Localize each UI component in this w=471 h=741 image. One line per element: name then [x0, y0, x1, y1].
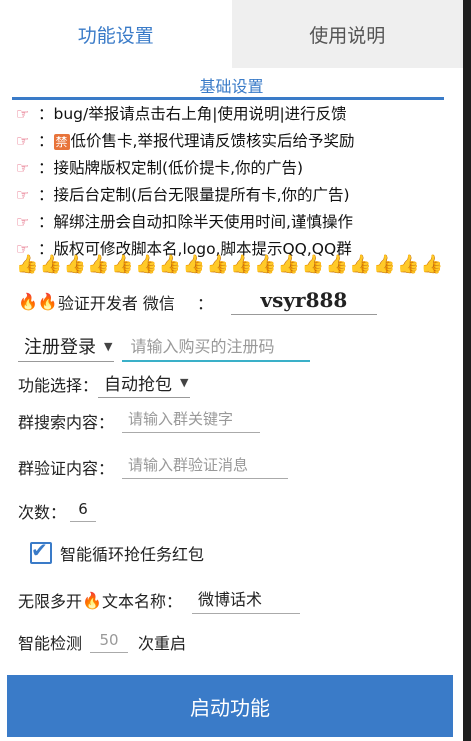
register-code-input[interactable]: 请输入购买的注册码 — [122, 333, 311, 362]
group-verify-input[interactable]: 请输入群验证消息 — [122, 454, 289, 479]
pointing-hand-icon: ☞ — [16, 186, 30, 204]
note-item: ☞ ： bug/举报请点击右上角|使用说明|进行反馈 — [16, 101, 456, 128]
function-select-value: 自动抢包 — [104, 375, 173, 395]
note-text: 接后台定制(后台无限量提所有卡,你的广告) — [53, 186, 350, 204]
count-input[interactable]: 6 — [70, 500, 97, 522]
smart-loop-row: ✔ 智能循环抢任务红包 — [30, 538, 205, 565]
start-function-button[interactable]: 启动功能 — [7, 675, 453, 737]
note-colon: ： — [38, 186, 54, 204]
notes-list: ☞ ： bug/举报请点击右上角|使用说明|进行反馈 ☞ ： 禁 低价售卡,举报… — [16, 101, 456, 263]
fire-icon: 🔥 — [82, 590, 102, 610]
note-text: 解绑注册会自动扣除半天使用时间,谨慎操作 — [53, 213, 353, 231]
tab-instructions[interactable]: 使用说明 — [231, 0, 463, 68]
function-select-dropdown[interactable]: 自动抢包 ▼ — [98, 370, 191, 398]
note-colon: ： — [38, 132, 54, 150]
group-verify-label: 群验证内容： — [18, 458, 115, 478]
forbidden-badge: 禁 — [53, 133, 70, 150]
pointing-hand-icon: ☞ — [16, 105, 30, 123]
register-row: 注册登录 ▼ 请输入购买的注册码 — [18, 333, 311, 362]
smart-detect-suffix: 次重启 — [138, 634, 187, 653]
dropdown-caret-icon: ▼ — [104, 339, 113, 353]
smart-detect-row: 智能检测 50 次重启 — [18, 630, 186, 654]
checkmark-icon: ✔ — [31, 538, 48, 562]
pointing-hand-icon: ☞ — [16, 132, 30, 150]
note-item: ☞ ： 接后台定制(后台无限量提所有卡,你的广告) — [16, 182, 456, 209]
tab-function-settings[interactable]: 功能设置 — [0, 0, 232, 68]
thumbs-up-row: 👍👍👍👍👍👍👍👍👍👍👍👍👍👍👍👍👍👍 — [16, 254, 445, 275]
function-select-row: 功能选择： 自动抢包 ▼ — [18, 370, 191, 398]
smart-detect-input[interactable]: 50 — [90, 631, 129, 653]
group-search-input[interactable]: 请输入群关键字 — [122, 408, 261, 433]
multi-open-row: 无限多开 🔥 文本名称： 微博话术 — [18, 586, 300, 614]
note-colon: ： — [38, 213, 54, 231]
note-colon: ： — [38, 159, 54, 177]
note-item: ☞ ： 接贴牌版权定制(低价提卡,你的广告) — [16, 155, 456, 182]
count-label: 次数： — [18, 503, 67, 522]
tab-bar: 功能设置 使用说明 — [0, 0, 463, 68]
smart-loop-checkbox[interactable]: ✔ — [30, 538, 52, 564]
register-mode-select[interactable]: 注册登录 ▼ — [18, 333, 115, 362]
text-name-label: 文本名称： — [101, 592, 182, 611]
smart-loop-label: 智能循环抢任务红包 — [60, 545, 205, 564]
wechat-id-value: vsyr888 — [230, 288, 377, 315]
group-search-label: 群搜索内容： — [18, 412, 115, 432]
note-text: 接贴牌版权定制(低价提卡,你的广告) — [53, 159, 304, 177]
note-colon: ： — [38, 105, 54, 123]
count-row: 次数： 6 — [18, 499, 97, 523]
verify-row: 🔥 🔥 验证开发者 微信 ： vsyr888 — [18, 288, 377, 315]
note-item: ☞ ： 禁 低价售卡,举报代理请反馈核实后给予奖励 — [16, 128, 456, 155]
note-item: ☞ ： 解绑注册会自动扣除半天使用时间,谨慎操作 — [16, 209, 456, 236]
verify-label: 验证开发者 微信 — [57, 293, 175, 313]
section-divider — [12, 97, 444, 100]
smart-detect-label: 智能检测 — [18, 634, 83, 653]
dropdown-caret-icon: ▼ — [180, 376, 189, 389]
group-search-row: 群搜索内容： 请输入群关键字 — [18, 408, 261, 433]
pointing-hand-icon: ☞ — [16, 213, 30, 231]
note-text: bug/举报请点击右上角|使用说明|进行反馈 — [53, 105, 347, 123]
note-text: 低价售卡,举报代理请反馈核实后给予奖励 — [70, 132, 355, 150]
text-name-input[interactable]: 微博话术 — [191, 586, 300, 614]
pointing-hand-icon: ☞ — [16, 159, 30, 177]
verify-colon: ： — [196, 293, 213, 313]
fire-icon: 🔥 — [18, 292, 38, 311]
window-edge — [463, 0, 471, 741]
section-title: 基础设置 — [199, 77, 264, 96]
register-mode-value: 注册登录 — [24, 337, 96, 358]
fire-icon: 🔥 — [37, 292, 58, 311]
multi-open-label: 无限多开 — [18, 592, 83, 611]
group-verify-row: 群验证内容： 请输入群验证消息 — [18, 454, 289, 479]
function-select-label: 功能选择： — [18, 376, 99, 395]
